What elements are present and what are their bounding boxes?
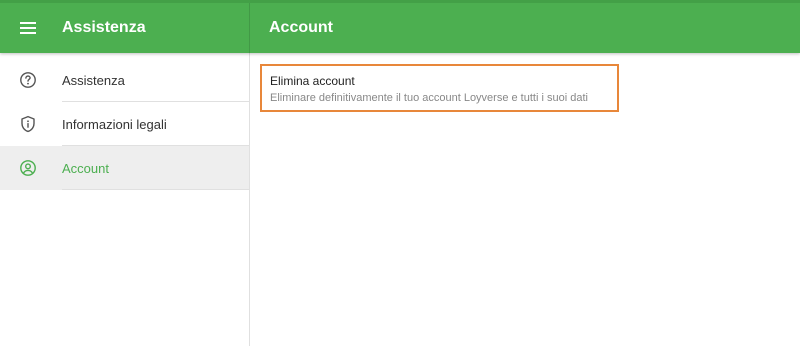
sidebar-item-label: Assistenza — [62, 72, 125, 88]
hamburger-menu-icon — [20, 22, 36, 34]
topbar-divider — [249, 3, 250, 53]
main-content: Elimina account Eliminare definitivament… — [250, 53, 800, 346]
section-title: Account — [269, 19, 333, 36]
sidebar-item-assistenza[interactable]: Assistenza — [0, 58, 249, 102]
menu-button[interactable] — [14, 14, 42, 42]
delete-account-description: Eliminare definitivamente il tuo account… — [270, 92, 588, 104]
top-app-bar: Assistenza Account — [0, 0, 800, 53]
sidebar-item-label: Informazioni legali — [62, 116, 167, 132]
app-title: Assistenza — [62, 19, 146, 36]
account-circle-icon — [20, 160, 36, 176]
app-window: Assistenza Account Assistenza Informazio… — [0, 0, 800, 346]
shield-info-icon — [21, 115, 35, 133]
sidebar-item-informazioni-legali[interactable]: Informazioni legali — [0, 102, 249, 146]
delete-account-option[interactable]: Elimina account Eliminare definitivament… — [260, 64, 619, 112]
delete-account-title: Elimina account — [270, 74, 355, 88]
help-circle-icon — [20, 72, 36, 88]
sidebar-item-account[interactable]: Account — [0, 146, 249, 190]
sidebar-item-label: Account — [62, 160, 109, 176]
topbar-left: Assistenza — [0, 3, 249, 53]
sidebar-divider — [62, 189, 249, 190]
sidebar: Assistenza Informazioni legali Account — [0, 53, 250, 346]
